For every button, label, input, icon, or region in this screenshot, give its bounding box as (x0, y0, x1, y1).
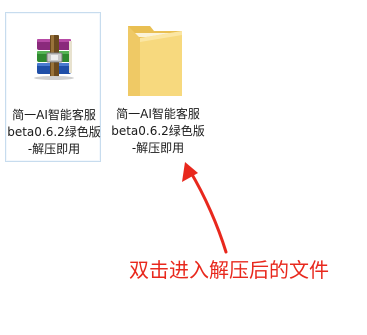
desktop-area: 简一AI智能客服 beta0.6.2绿色版 -解压即用 简一AI智能客服 bet… (0, 0, 367, 335)
folder-icon (110, 16, 206, 102)
winrar-archive-icon (6, 17, 102, 103)
annotation-text: 双击进入解压后的文件 (129, 258, 329, 282)
archive-file-item[interactable]: 简一AI智能客服 beta0.6.2绿色版 -解压即用 (5, 12, 101, 162)
folder-file-label: 简一AI智能客服 beta0.6.2绿色版 -解压即用 (111, 107, 205, 155)
archive-file-label: 简一AI智能客服 beta0.6.2绿色版 -解压即用 (7, 108, 101, 156)
extracted-folder-item[interactable]: 简一AI智能客服 beta0.6.2绿色版 -解压即用 (110, 12, 206, 162)
